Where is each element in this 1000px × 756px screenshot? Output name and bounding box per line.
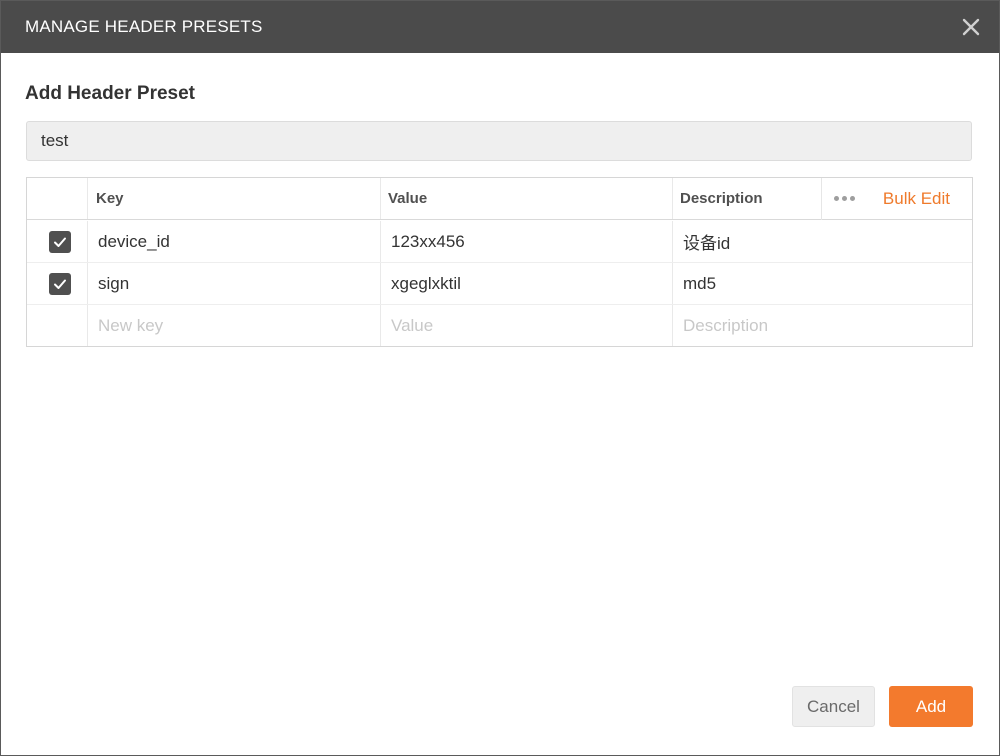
checkmark-icon xyxy=(54,279,66,289)
row-checkbox[interactable] xyxy=(49,272,71,295)
table-row: sign xgeglxktil md5 xyxy=(27,263,972,305)
new-row-check-cell xyxy=(27,305,87,346)
new-entry-row: New key Value Description xyxy=(27,305,972,346)
column-header-description: Description Bulk Edit xyxy=(672,177,972,220)
cancel-button[interactable]: Cancel xyxy=(792,686,875,727)
new-value-field[interactable]: Value xyxy=(380,305,672,346)
column-header-value: Value xyxy=(380,178,672,219)
new-key-field[interactable]: New key xyxy=(87,305,380,346)
bulk-edit-link[interactable]: Bulk Edit xyxy=(883,189,950,209)
headers-table: Key Value Description Bulk Edit device_i… xyxy=(26,177,973,347)
row-checkbox[interactable] xyxy=(49,230,71,253)
table-row: device_id 123xx456 设备id xyxy=(27,221,972,263)
new-description-field[interactable]: Description xyxy=(672,305,972,346)
add-button[interactable]: Add xyxy=(889,686,973,727)
row-check-cell xyxy=(27,263,87,304)
table-header-row: Key Value Description Bulk Edit xyxy=(27,177,972,220)
column-header-description-label: Description xyxy=(680,190,763,207)
dialog-title: MANAGE HEADER PRESETS xyxy=(25,17,263,36)
row-description-cell[interactable]: md5 xyxy=(672,263,972,304)
close-icon xyxy=(962,18,980,36)
header-check-column xyxy=(27,178,87,219)
dialog-titlebar: MANAGE HEADER PRESETS xyxy=(1,1,999,53)
header-divider xyxy=(820,177,822,220)
row-key-cell[interactable]: device_id xyxy=(87,221,380,262)
close-button[interactable] xyxy=(957,13,985,41)
more-horizontal-icon[interactable] xyxy=(833,196,855,201)
row-value-cell[interactable]: xgeglxktil xyxy=(380,263,672,304)
column-header-key: Key xyxy=(87,178,380,219)
header-tools: Bulk Edit xyxy=(820,177,950,220)
manage-header-presets-dialog: MANAGE HEADER PRESETS Add Header Preset … xyxy=(0,0,1000,756)
checkmark-icon xyxy=(54,237,66,247)
row-check-cell xyxy=(27,221,87,262)
row-value-cell[interactable]: 123xx456 xyxy=(380,221,672,262)
row-description-cell[interactable]: 设备id xyxy=(672,221,972,262)
preset-name-input[interactable] xyxy=(26,121,972,161)
section-title: Add Header Preset xyxy=(25,83,196,104)
row-key-cell[interactable]: sign xyxy=(87,263,380,304)
